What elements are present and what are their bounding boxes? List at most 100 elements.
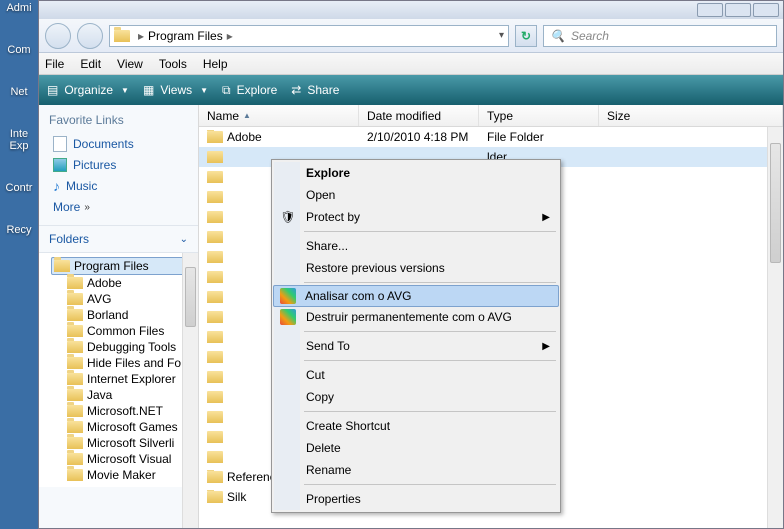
chevron-down-icon: ⌄: [180, 234, 188, 245]
tree-item[interactable]: Debugging Tools: [51, 339, 198, 355]
col-type[interactable]: Type: [479, 105, 599, 126]
tree-label: Microsoft Visual: [87, 452, 171, 466]
context-item[interactable]: Analisar com o AVG: [273, 285, 559, 307]
context-item[interactable]: 🛡Protect by▶: [274, 206, 558, 228]
organize-label: Organize: [64, 83, 113, 97]
avg-icon: [280, 309, 296, 325]
menu-help[interactable]: Help: [203, 57, 228, 71]
context-item[interactable]: Rename: [274, 459, 558, 481]
tree-label: Adobe: [87, 276, 122, 290]
folder-icon: [207, 171, 223, 183]
table-row[interactable]: Adobe2/10/2010 4:18 PMFile Folder: [199, 127, 783, 147]
explore-button[interactable]: ⧉ Explore: [222, 83, 277, 98]
picture-icon: [53, 158, 67, 172]
desktop-icon[interactable]: Recy: [0, 224, 38, 236]
context-item[interactable]: Delete: [274, 437, 558, 459]
context-item[interactable]: Open: [274, 184, 558, 206]
context-item[interactable]: Explore: [274, 162, 558, 184]
back-button[interactable]: [45, 23, 71, 49]
fav-label: Documents: [73, 137, 134, 151]
scroll-thumb[interactable]: [185, 267, 196, 327]
tree-item[interactable]: AVG: [51, 291, 198, 307]
refresh-button[interactable]: ↻: [515, 25, 537, 47]
search-box[interactable]: 🔍 Search: [543, 25, 777, 47]
tree-label: Java: [87, 388, 112, 402]
explorer-window: ▸ Program Files ▸ ▾ ↻ 🔍 Search File Edit…: [38, 0, 784, 529]
folders-header[interactable]: Folders ⌄: [39, 226, 198, 253]
context-label: Rename: [306, 463, 351, 477]
tree-item[interactable]: Adobe: [51, 275, 198, 291]
menu-edit[interactable]: Edit: [80, 57, 101, 71]
folder-icon: [207, 351, 223, 363]
context-item[interactable]: Create Shortcut: [274, 415, 558, 437]
tree-scrollbar[interactable]: [182, 253, 198, 528]
fav-music[interactable]: ♪Music: [49, 175, 188, 197]
submenu-arrow-icon: ▶: [542, 212, 550, 223]
main-scrollbar[interactable]: [767, 127, 783, 528]
tree-item[interactable]: Common Files: [51, 323, 198, 339]
address-dropdown-icon[interactable]: ▾: [499, 30, 504, 41]
folder-icon: [67, 405, 83, 417]
desktop-icon[interactable]: Admi: [0, 2, 38, 14]
desktop-icon[interactable]: Inte Exp: [0, 128, 38, 152]
context-item[interactable]: Properties: [274, 488, 558, 510]
close-button[interactable]: [753, 3, 779, 17]
share-icon: ⇄: [291, 83, 301, 97]
tree-root[interactable]: Program Files: [51, 257, 198, 275]
views-button[interactable]: ▦ Views ▼: [143, 83, 208, 97]
left-pane: Favorite Links Documents Pictures ♪Music…: [39, 105, 199, 528]
context-item[interactable]: Share...: [274, 235, 558, 257]
share-button[interactable]: ⇄ Share: [291, 83, 339, 97]
scroll-thumb[interactable]: [770, 143, 781, 263]
tree-item[interactable]: Movie Maker: [51, 467, 198, 483]
folder-icon: [67, 293, 83, 305]
search-placeholder: Search: [571, 29, 609, 43]
organize-button[interactable]: ▤ Organize ▼: [47, 83, 129, 97]
context-separator: [304, 331, 556, 332]
maximize-button[interactable]: [725, 3, 751, 17]
tree-item[interactable]: Java: [51, 387, 198, 403]
fav-more[interactable]: More»: [49, 197, 188, 217]
menu-view[interactable]: View: [117, 57, 143, 71]
context-item[interactable]: Restore previous versions: [274, 257, 558, 279]
tree-item[interactable]: Internet Explorer: [51, 371, 198, 387]
context-item[interactable]: Send To▶: [274, 335, 558, 357]
context-label: Properties: [306, 492, 361, 506]
tree-item[interactable]: Borland: [51, 307, 198, 323]
desktop-icon[interactable]: Contr: [0, 182, 38, 194]
folders-label: Folders: [49, 232, 89, 246]
folder-tree: Program FilesAdobeAVGBorlandCommon Files…: [39, 253, 198, 487]
menu-tools[interactable]: Tools: [159, 57, 187, 71]
context-label: Open: [306, 188, 335, 202]
fav-documents[interactable]: Documents: [49, 133, 188, 155]
context-item[interactable]: Destruir permanentemente com o AVG: [274, 306, 558, 328]
fav-pictures[interactable]: Pictures: [49, 155, 188, 175]
tree-item[interactable]: Microsoft.NET: [51, 403, 198, 419]
minimize-button[interactable]: [697, 3, 723, 17]
desktop-icon[interactable]: Net: [0, 86, 38, 98]
tree-item[interactable]: Hide Files and Fo: [51, 355, 198, 371]
col-name[interactable]: Name▲: [199, 105, 359, 126]
address-bar[interactable]: ▸ Program Files ▸ ▾: [109, 25, 509, 47]
menu-file[interactable]: File: [45, 57, 64, 71]
tree-item[interactable]: Microsoft Visual: [51, 451, 198, 467]
forward-button[interactable]: [77, 23, 103, 49]
tree-item[interactable]: Microsoft Games: [51, 419, 198, 435]
file-name: Silk: [227, 490, 246, 504]
folder-icon: [67, 453, 83, 465]
search-icon: 🔍: [550, 29, 565, 43]
breadcrumb-segment[interactable]: Program Files: [148, 29, 223, 43]
nav-row: ▸ Program Files ▸ ▾ ↻ 🔍 Search: [39, 19, 783, 53]
tree-label: Hide Files and Fo: [87, 356, 181, 370]
organize-icon: ▤: [47, 83, 58, 97]
tree-label: Movie Maker: [87, 468, 156, 482]
col-date[interactable]: Date modified: [359, 105, 479, 126]
context-separator: [304, 360, 556, 361]
context-item[interactable]: Cut: [274, 364, 558, 386]
explore-icon: ⧉: [222, 83, 231, 98]
file-date: 2/10/2010 4:18 PM: [359, 130, 479, 144]
context-item[interactable]: Copy: [274, 386, 558, 408]
desktop-icon[interactable]: Com: [0, 44, 38, 56]
col-size[interactable]: Size: [599, 105, 783, 126]
tree-item[interactable]: Microsoft Silverli: [51, 435, 198, 451]
